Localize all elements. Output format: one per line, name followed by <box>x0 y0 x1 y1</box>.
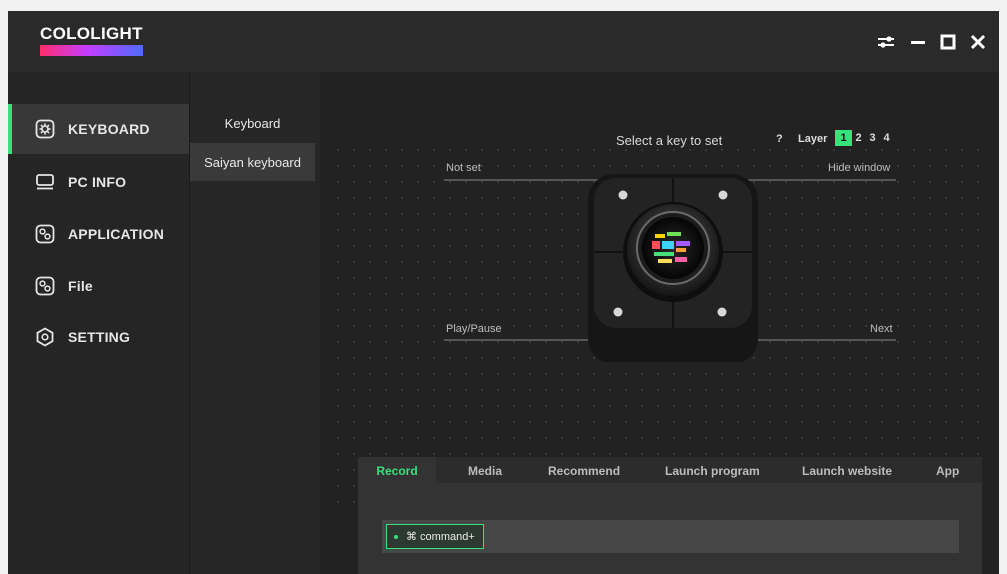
sidebar-item-application[interactable]: APPLICATION <box>8 209 189 259</box>
record-panel: ⌘ command+ <box>358 483 982 574</box>
title-bar: COLOLIGHT <box>8 11 999 72</box>
tab-media[interactable]: Media <box>468 457 502 485</box>
close-icon[interactable] <box>966 30 990 54</box>
sidebar-item-label: File <box>68 278 93 294</box>
settings-sliders-icon[interactable] <box>874 30 898 54</box>
sidebar-item-keyboard[interactable]: KEYBOARD <box>8 104 189 154</box>
record-input-field[interactable]: ⌘ command+ <box>382 520 959 553</box>
minimize-icon[interactable] <box>906 30 930 54</box>
key-marker-dot <box>718 190 728 200</box>
main-panel: Select a key to set ? Layer 1 2 3 4 Not … <box>320 72 999 574</box>
sidebar-item-label: SETTING <box>68 329 131 345</box>
tab-app[interactable]: App <box>936 457 959 485</box>
app-logo-gradient <box>40 45 143 56</box>
action-tabs: Record Media Recommend Launch program La… <box>358 457 982 485</box>
sidebar-item-label: KEYBOARD <box>68 121 150 137</box>
tab-record[interactable]: Record <box>358 457 436 485</box>
sidebar: KEYBOARD PC INFO APPLICATION File SETTIN… <box>8 72 189 574</box>
recorded-key-chip[interactable]: ⌘ command+ <box>386 524 484 549</box>
help-button[interactable]: ? <box>776 133 783 145</box>
application-icon <box>34 223 56 245</box>
submenu-item-saiyan-keyboard[interactable]: Saiyan keyboard <box>190 143 315 181</box>
layer-label: Layer <box>798 133 828 145</box>
keyboard-gear-icon <box>34 118 56 140</box>
tab-recommend[interactable]: Recommend <box>548 457 620 485</box>
select-key-title: Select a key to set <box>616 133 723 148</box>
key-marker-dot <box>618 190 628 200</box>
sidebar-item-setting[interactable]: SETTING <box>8 312 189 362</box>
hexagon-settings-icon <box>34 326 56 348</box>
sidebar-item-pc-info[interactable]: PC INFO <box>8 157 189 207</box>
key-marker-dot <box>717 307 727 317</box>
submenu: Keyboard Saiyan keyboard <box>189 72 320 574</box>
file-icon <box>34 275 56 297</box>
tab-launch-program[interactable]: Launch program <box>665 457 760 485</box>
sidebar-item-file[interactable]: File <box>8 261 189 311</box>
app-window: COLOLIGHT KEYBOARD PC INFO APPLICATION F… <box>8 11 999 574</box>
app-logo-text: COLOLIGHT <box>40 24 143 43</box>
recorded-key-text: ⌘ command+ <box>406 531 475 543</box>
layer-4-button[interactable]: 4 <box>878 130 895 146</box>
submenu-item-keyboard[interactable]: Keyboard <box>190 104 315 142</box>
sidebar-item-label: PC INFO <box>68 174 127 190</box>
monitor-icon <box>34 171 56 193</box>
maximize-icon[interactable] <box>936 30 960 54</box>
tab-launch-website[interactable]: Launch website <box>802 457 892 485</box>
sidebar-item-label: APPLICATION <box>68 226 165 242</box>
key-marker-dot <box>613 307 623 317</box>
saiyan-keyboard-device <box>444 174 896 362</box>
chip-dot-icon <box>394 534 398 539</box>
